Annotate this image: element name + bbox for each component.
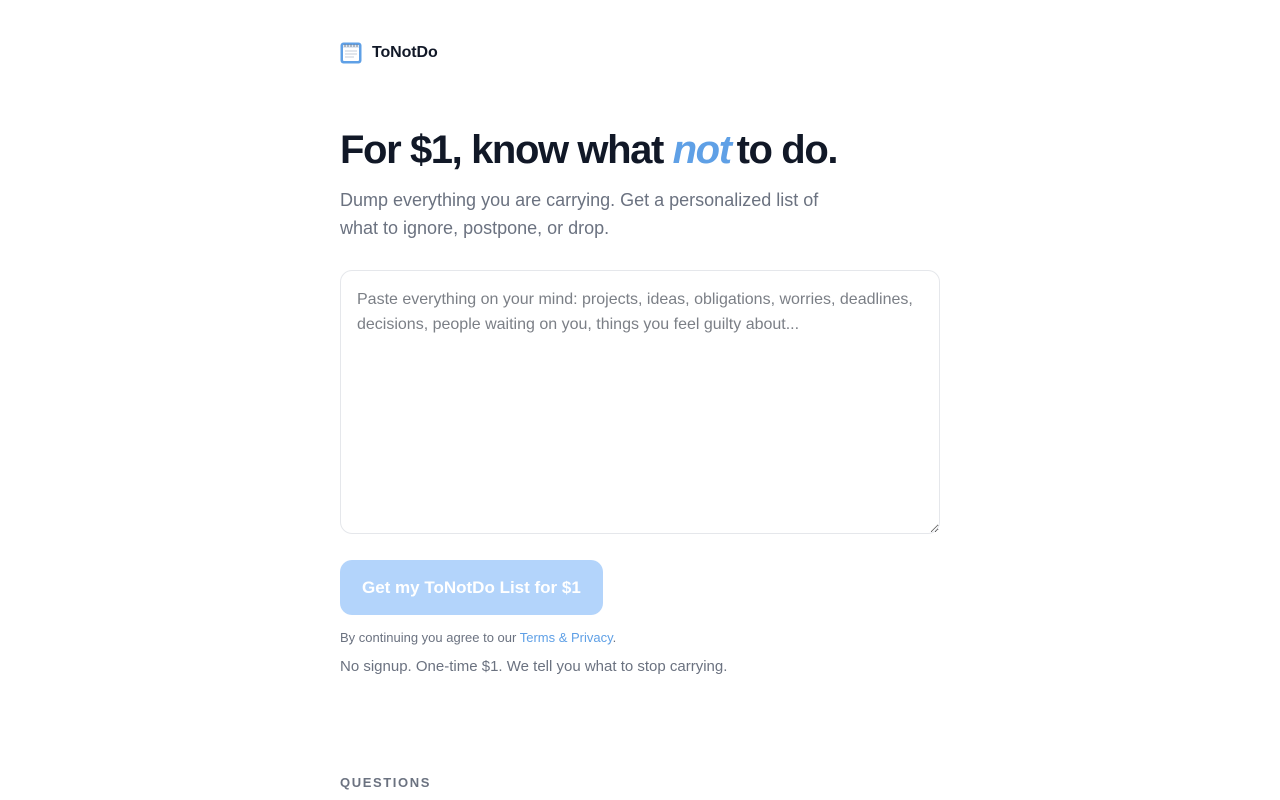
hero-title-before: For $1, know what	[340, 128, 673, 172]
legal-suffix: .	[612, 630, 617, 645]
legal-text: By continuing you agree to our Terms & P…	[340, 630, 616, 645]
terms-privacy-link[interactable]: Terms & Privacy	[520, 630, 613, 645]
hero-subtitle: Dump everything you are carrying. Get a …	[340, 190, 819, 238]
notepad-icon	[340, 42, 362, 64]
hero-title: For $1, know what not to do.	[340, 124, 839, 176]
get-list-button[interactable]: Get my ToNotDo List for $1	[340, 560, 603, 615]
brand[interactable]: ToNotDo	[340, 42, 438, 64]
questions-section-label: QUESTIONS	[340, 775, 431, 790]
hero-title-after: to do.	[736, 128, 839, 172]
brand-name: ToNotDo	[372, 44, 438, 61]
hero-title-accent: not	[672, 128, 732, 172]
legal-prefix: By continuing you agree to our	[340, 630, 520, 645]
brain-dump-input[interactable]	[340, 270, 940, 534]
pricing-note: No signup. One-time $1. We tell you what…	[340, 658, 728, 675]
